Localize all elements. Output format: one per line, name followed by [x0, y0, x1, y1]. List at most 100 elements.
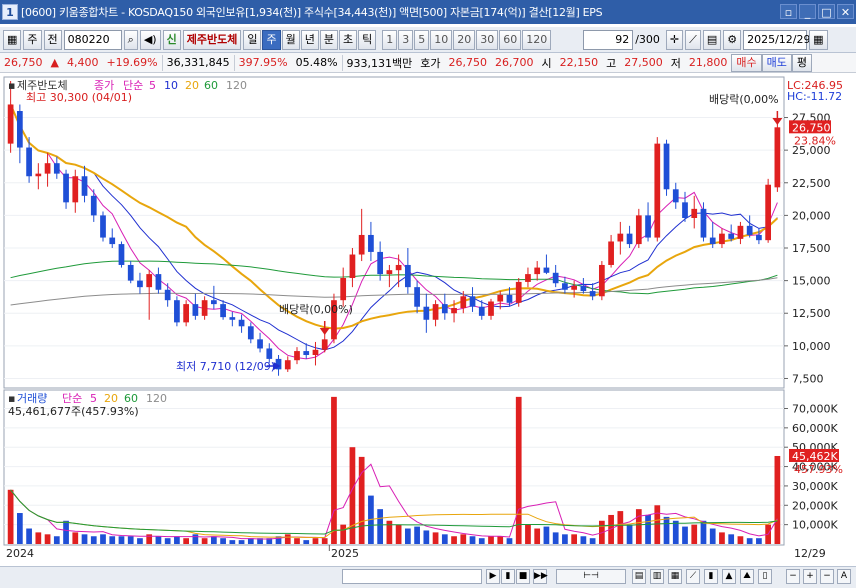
- font-size-icon[interactable]: A: [837, 569, 851, 584]
- candle-body-60: [562, 283, 568, 290]
- date-input[interactable]: 2025/12/29: [743, 29, 811, 50]
- interval-button-30[interactable]: 30: [476, 29, 499, 50]
- stock-name-label[interactable]: 제주반도체: [182, 29, 242, 50]
- volume-bar-38: [358, 456, 365, 544]
- last-price-tag-label: 26,750: [792, 121, 831, 134]
- interval-button-5[interactable]: 5: [414, 29, 430, 50]
- volume-bar-21: [201, 538, 208, 544]
- grid-icon[interactable]: ▦: [668, 569, 682, 584]
- scroll-right-icon[interactable]: ▶: [486, 569, 500, 584]
- interval-button-3[interactable]: 3: [398, 29, 414, 50]
- period-button-1[interactable]: 주: [262, 29, 281, 50]
- period-button-2[interactable]: 월: [281, 29, 300, 50]
- period-button-6[interactable]: 틱: [358, 29, 377, 50]
- volume-bar-62: [580, 536, 587, 544]
- bar-icon[interactable]: ▮: [704, 569, 718, 584]
- prev-button[interactable]: 전: [43, 29, 62, 50]
- mountain-icon[interactable]: ⛰: [740, 569, 754, 584]
- calendar-icon[interactable]: ▦: [809, 29, 828, 50]
- chart-area[interactable]: 27,500 25,000 22,500 20,000 17,500 15,000 12,5…: [0, 75, 856, 565]
- area-icon[interactable]: ▲: [722, 569, 736, 584]
- volume-bar-4: [44, 534, 51, 544]
- chart-toolbar: ▦ 주 전 080220 ⌕ ◀) 신 제주반도체 일주월년분초틱 1 3 5 10 2…: [0, 27, 856, 53]
- candle-body-0: [7, 104, 14, 144]
- candle-body-70: [654, 143, 661, 238]
- volume-bar-79: [737, 536, 744, 544]
- candle-body-41: [386, 270, 393, 275]
- dividend-note-1: 배당락(0,00%): [279, 303, 353, 316]
- candle-body-21: [201, 300, 208, 316]
- high-label: 고: [606, 56, 617, 70]
- zoom-out-icon[interactable]: −: [786, 569, 800, 584]
- draw-tool-icon[interactable]: ⟋: [685, 29, 701, 50]
- price-tick-label-5: 15,000: [792, 275, 831, 288]
- speaker-icon[interactable]: ◀): [139, 29, 161, 50]
- volume-bar-66: [617, 511, 624, 544]
- menu-grid-icon[interactable]: ▦: [3, 29, 22, 50]
- period-button-5[interactable]: 초: [338, 29, 358, 50]
- candle-body-57: [534, 267, 541, 275]
- candle-icon[interactable]: ▯: [758, 569, 772, 584]
- volume-legend-simple: 단순: [62, 392, 82, 405]
- stock-chart-svg[interactable]: 27,50025,00022,50020,00017,50015,00012,5…: [0, 75, 856, 565]
- restore-icon[interactable]: ▫: [780, 4, 797, 19]
- period-button-0[interactable]: 일: [243, 29, 262, 50]
- volume-tick-label-6: 10,000K: [792, 519, 838, 532]
- zoom-in-icon[interactable]: +: [803, 569, 817, 584]
- candle-body-22: [210, 300, 217, 305]
- volume-bar-55: [515, 396, 522, 544]
- window-title-bar: 1 [0600] 키움종합차트 - KOSDAQ150 외국인보유[1,934(…: [0, 0, 856, 24]
- volume-bar-70: [654, 505, 661, 544]
- search-icon[interactable]: ⌕: [123, 29, 138, 50]
- interval-button-10[interactable]: 10: [430, 29, 453, 50]
- maximize-icon[interactable]: □: [818, 4, 835, 19]
- eval-button[interactable]: 평: [791, 53, 813, 72]
- candle-body-31: [294, 351, 300, 361]
- crosshair-icon[interactable]: ✛: [665, 29, 684, 50]
- candle-body-17: [164, 289, 171, 301]
- candle-body-49: [460, 296, 467, 309]
- price-legend-ma60: 60: [204, 79, 218, 92]
- volume-bar-1: [16, 513, 23, 544]
- period-type-select[interactable]: 주: [23, 29, 42, 50]
- stock-code-input[interactable]: 080220: [63, 29, 122, 50]
- volume-bar-46: [432, 532, 439, 544]
- volume-bar-44: [414, 526, 420, 544]
- interval-button-60[interactable]: 60: [499, 29, 522, 50]
- bar-count-input[interactable]: 92: [583, 29, 634, 50]
- candle-body-52: [488, 301, 494, 316]
- zoom-fit-icon[interactable]: −: [820, 569, 834, 584]
- period-button-3[interactable]: 년: [300, 29, 319, 50]
- volume-value-note: 45,461,677주(457.93%): [8, 405, 139, 418]
- period-button-4[interactable]: 분: [319, 29, 338, 50]
- fast-forward-icon[interactable]: ▶▶: [533, 569, 548, 584]
- interval-button-1[interactable]: 1: [382, 29, 398, 50]
- pause-icon[interactable]: ▮: [501, 569, 515, 584]
- sell-button[interactable]: 매도: [761, 53, 792, 72]
- chart-type-icon[interactable]: ▤: [632, 569, 646, 584]
- candle-body-67: [626, 233, 633, 245]
- volume-bar-2: [26, 528, 32, 544]
- quote-bar: 26,750 ▲ 4,400 +19.69% 36,331,845 397.95…: [0, 53, 856, 73]
- interval-button-120[interactable]: 120: [522, 29, 552, 50]
- buy-button[interactable]: 매수: [731, 53, 762, 72]
- line-icon[interactable]: ⟋: [686, 569, 700, 584]
- gear-icon[interactable]: ⚙: [723, 29, 742, 50]
- zoom-slider[interactable]: ⊢⊣: [556, 569, 626, 584]
- candle-body-23: [220, 304, 226, 318]
- volume-bar-78: [728, 534, 735, 544]
- layout-icon[interactable]: ▤: [702, 29, 722, 50]
- candle-body-30: [284, 360, 291, 370]
- candle-body-32: [303, 351, 310, 355]
- new-listing-badge[interactable]: 신: [162, 29, 181, 50]
- volume-bar-33: [312, 538, 319, 544]
- horizontal-scrollbar[interactable]: [342, 569, 482, 584]
- view-icon[interactable]: ▥: [650, 569, 664, 584]
- volume-bar-5: [53, 536, 60, 544]
- volume-bar-41: [386, 520, 393, 544]
- stop-icon[interactable]: ■: [516, 569, 530, 584]
- interval-button-20[interactable]: 20: [453, 29, 476, 50]
- minimize-icon[interactable]: _: [799, 4, 816, 19]
- close-icon[interactable]: ✕: [837, 4, 854, 19]
- open-price: 22,150: [559, 56, 599, 69]
